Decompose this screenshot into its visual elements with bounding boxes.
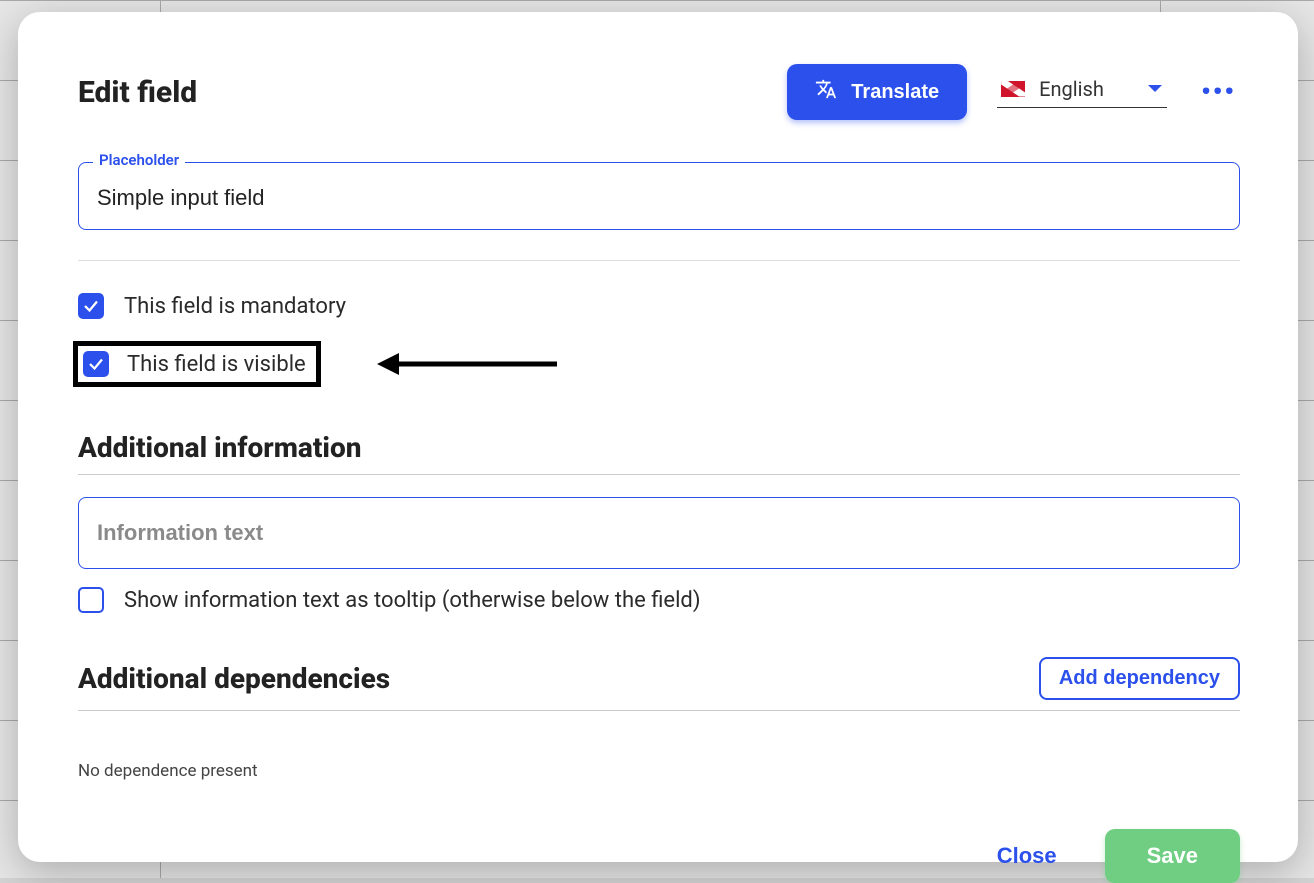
mandatory-checkbox[interactable] xyxy=(78,293,104,319)
translate-icon xyxy=(815,78,837,106)
modal-title: Edit field xyxy=(78,75,197,110)
chevron-down-icon xyxy=(1147,79,1163,98)
close-button[interactable]: Close xyxy=(997,843,1057,869)
arrow-annotation-icon xyxy=(377,349,557,379)
save-button[interactable]: Save xyxy=(1105,829,1240,883)
translate-button[interactable]: Translate xyxy=(787,64,967,120)
info-text-input[interactable] xyxy=(97,520,1221,546)
no-dependency-text: No dependence present xyxy=(78,761,1240,781)
placeholder-field-label: Placeholder xyxy=(93,151,185,169)
language-select[interactable]: English xyxy=(997,77,1167,108)
add-dependency-button[interactable]: Add dependency xyxy=(1039,657,1240,700)
visible-row-highlighted: This field is visible xyxy=(78,341,1240,387)
info-text-field-group xyxy=(78,497,1240,569)
placeholder-input[interactable] xyxy=(97,185,1221,211)
tooltip-checkbox-row: Show information text as tooltip (otherw… xyxy=(78,587,1240,613)
tooltip-label: Show information text as tooltip (otherw… xyxy=(124,588,701,613)
visible-checkbox[interactable] xyxy=(83,351,109,377)
mandatory-checkbox-row: This field is mandatory xyxy=(78,293,1240,319)
more-menu-icon[interactable]: ••• xyxy=(1197,73,1240,111)
language-label: English xyxy=(1039,77,1133,101)
highlight-annotation: This field is visible xyxy=(73,341,321,387)
translate-label: Translate xyxy=(851,81,939,104)
edit-field-modal: Edit field Translate English ••• Placeho… xyxy=(18,12,1298,862)
flag-uk-icon xyxy=(1001,81,1025,97)
visible-label: This field is visible xyxy=(127,352,306,377)
section-divider xyxy=(78,474,1240,475)
additional-info-heading: Additional information xyxy=(78,431,1240,464)
mandatory-label: This field is mandatory xyxy=(124,294,346,319)
modal-footer: Close Save xyxy=(78,781,1240,883)
modal-header: Edit field Translate English ••• xyxy=(78,64,1240,120)
dependencies-header-row: Additional dependencies Add dependency xyxy=(78,657,1240,700)
dependencies-heading: Additional dependencies xyxy=(78,662,390,695)
deps-divider xyxy=(78,710,1240,711)
header-actions: Translate English ••• xyxy=(787,64,1240,120)
placeholder-field-group: Placeholder xyxy=(78,162,1240,230)
tooltip-checkbox[interactable] xyxy=(78,587,104,613)
divider xyxy=(78,260,1240,261)
